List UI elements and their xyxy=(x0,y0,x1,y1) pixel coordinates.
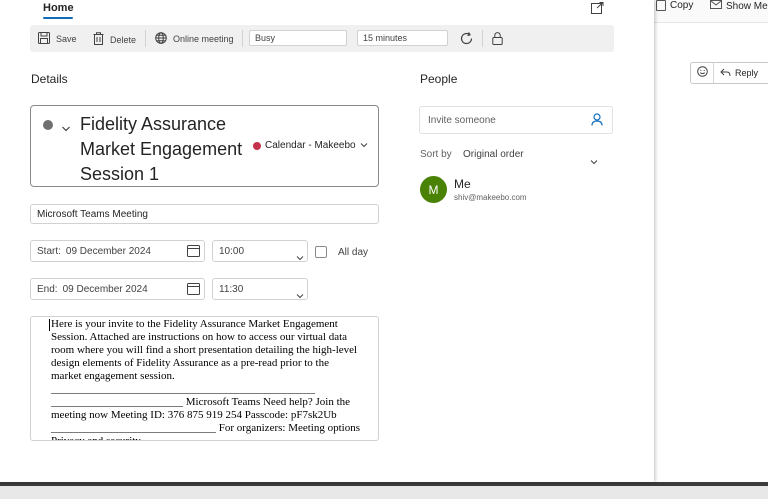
person-add-icon[interactable] xyxy=(591,113,603,131)
end-time-value: 11:30 xyxy=(219,283,244,295)
copy-button[interactable]: Copy xyxy=(656,0,693,11)
show-me-label: Show Me xyxy=(726,1,768,12)
chevron-down-icon[interactable] xyxy=(590,152,598,170)
all-day-label: All day xyxy=(338,247,369,258)
event-title-line: Fidelity Assurance xyxy=(80,114,227,134)
details-heading: Details xyxy=(31,72,68,86)
start-label: Start: xyxy=(37,245,61,257)
start-date-value: 09 December 2024 xyxy=(65,245,151,257)
text-caret xyxy=(49,319,50,331)
reply-group: Reply xyxy=(690,62,768,84)
toolbar-separator xyxy=(482,30,483,47)
end-label: End: xyxy=(37,283,58,295)
reminder-dropdown[interactable]: 15 minutes xyxy=(357,30,448,46)
all-day-checkbox[interactable] xyxy=(315,246,327,258)
event-title-line: Session 1 xyxy=(80,164,160,184)
reminder-value: 15 minutes xyxy=(363,33,408,43)
chevron-down-icon xyxy=(296,248,304,266)
calendar-icon[interactable] xyxy=(187,282,200,300)
start-time-value: 10:00 xyxy=(219,245,245,257)
taskbar-edge xyxy=(0,482,768,486)
save-icon xyxy=(38,32,50,46)
end-date-value: 09 December 2024 xyxy=(62,283,148,295)
show-as-dropdown[interactable]: Busy xyxy=(249,30,347,46)
online-meeting-label: Online meeting xyxy=(173,34,234,44)
online-meeting-button[interactable]: Online meeting xyxy=(155,32,234,46)
delete-label: Delete xyxy=(110,34,137,45)
calendar-label: Calendar - Makeebo xyxy=(265,140,356,151)
location-value: Microsoft Teams Meeting xyxy=(37,208,148,220)
show-as-value: Busy xyxy=(255,33,276,43)
event-title-line: Market Engagement xyxy=(80,139,243,159)
invite-input[interactable]: Invite someone xyxy=(419,106,613,134)
invite-placeholder: Invite someone xyxy=(428,114,496,126)
end-date-picker[interactable]: End: 09 December 2024 xyxy=(30,278,205,300)
toolbar-separator xyxy=(145,30,146,47)
sort-by-label: Sort by xyxy=(420,149,452,160)
repeat-icon[interactable] xyxy=(459,31,474,51)
toolbar-separator xyxy=(242,30,243,47)
reply-arrow-icon xyxy=(720,68,731,79)
avatar: M xyxy=(420,176,447,203)
attendee-email: shiv@makeebo.com xyxy=(454,193,527,202)
end-time-dropdown[interactable]: 11:30 xyxy=(212,278,308,300)
trash-icon xyxy=(93,32,104,47)
copy-label: Copy xyxy=(670,0,694,11)
chevron-down-icon xyxy=(360,140,368,151)
start-time-dropdown[interactable]: 10:00 xyxy=(212,240,308,262)
attendee-name: Me xyxy=(454,177,471,191)
sort-order-dropdown[interactable]: Original order xyxy=(463,149,524,160)
event-title[interactable]: Fidelity Assurance Market Engagement Ses… xyxy=(80,112,255,187)
copy-icon xyxy=(656,0,666,11)
show-me-button[interactable]: Show Me xyxy=(710,0,768,13)
chevron-down-icon[interactable] xyxy=(61,120,71,138)
smiley-icon xyxy=(696,64,708,82)
popout-icon[interactable] xyxy=(591,1,604,14)
calendar-picker[interactable]: Calendar - Makeebo xyxy=(253,140,368,151)
lock-icon[interactable] xyxy=(492,32,503,50)
chevron-down-icon xyxy=(296,286,304,304)
reply-label: Reply xyxy=(735,68,759,78)
emoji-button[interactable] xyxy=(691,63,714,83)
tab-selected-indicator xyxy=(43,17,73,19)
location-field[interactable]: Microsoft Teams Meeting xyxy=(30,204,379,224)
reply-button[interactable]: Reply xyxy=(714,68,758,79)
body-editor[interactable]: Here is your invite to the Fidelity Assu… xyxy=(30,316,379,441)
show-icon xyxy=(710,0,722,13)
calendar-color-dot xyxy=(253,141,261,150)
body-text[interactable]: Here is your invite to the Fidelity Assu… xyxy=(51,318,361,440)
calendar-icon[interactable] xyxy=(187,244,200,262)
delete-button[interactable]: Delete xyxy=(93,32,136,47)
start-date-picker[interactable]: Start: 09 December 2024 xyxy=(30,240,205,262)
tab-home[interactable]: Home xyxy=(43,2,74,14)
category-dot-icon[interactable] xyxy=(43,120,53,130)
save-button[interactable]: Save xyxy=(38,32,77,46)
people-heading: People xyxy=(420,72,458,86)
globe-icon xyxy=(155,32,167,46)
save-label: Save xyxy=(56,34,77,44)
